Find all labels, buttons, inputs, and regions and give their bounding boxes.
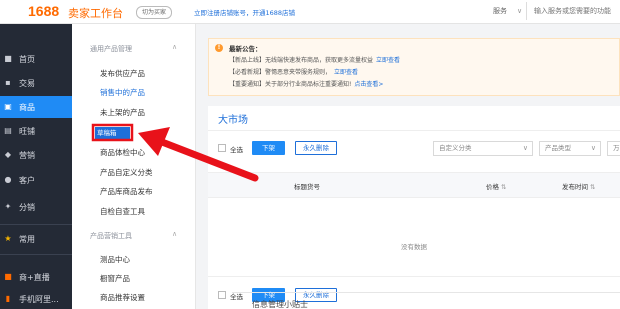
custom-category-label: 自定义分类 [439,144,472,152]
sidebar-item-live[interactable]: ■ 商+直播 [0,266,72,288]
table-header: 标题货号 价格 ⇅ 发布时间 ⇅ [208,172,620,198]
empty-state: 没有数据 [401,243,427,251]
sidebar-item-goods[interactable]: ▣ 商品 [0,96,72,118]
top-header: 1688 卖家工作台 切为买家 立即注册店铺账号，开通1688店铺 服务 ∨ [0,0,620,24]
submenu-item-drafts[interactable]: 草稿箱 [95,127,130,140]
sidebar-divider [0,254,72,255]
sidebar-item-shop[interactable]: ▤ 旺铺 [0,120,72,142]
product-type-select[interactable]: 产品类型 ∨ [539,141,601,156]
main-sidebar: ■ 首页 ▪ 交易 ▣ 商品 ▤ 旺铺 ◆ 营销 ● 客户 ✦ 分销 ★ 常用 … [0,24,72,309]
warning-icon: ! [215,44,223,52]
distribution-icon: ✦ [4,202,12,211]
service-select-label: 服务 [493,7,507,15]
announcement-box: ! 最新公告： 【新品上线】无线端快速发布商品，获取更多流量权益 立即查看 【必看… [208,38,620,96]
sort-icon[interactable]: ⇅ [590,183,595,191]
announcement-text: 【重要通知】关于部分行业商品标注重要通知! [229,81,352,88]
announcement-link[interactable]: 立即查看 [376,57,400,64]
sidebar-item-label: 交易 [19,78,35,88]
sidebar-item-label: 分销 [19,202,35,212]
submenu-item-showcase[interactable]: 橱窗产品 [100,273,130,284]
submenu-item-on-sale[interactable]: 销售中的产品 [100,87,145,98]
goods-icon: ▣ [4,102,12,111]
column-time-label: 发布时间 [562,183,588,191]
custom-category-select[interactable]: 自定义分类 ∨ [433,141,533,156]
star-icon: ★ [4,234,12,243]
permanent-delete-button[interactable]: 永久删除 [295,141,337,155]
sidebar-item-label: 常用 [19,234,35,244]
sidebar-item-label: 商+直播 [19,272,50,282]
chevron-up-icon[interactable]: ∧ [172,230,177,238]
select-all-checkbox-bottom[interactable] [218,291,226,299]
submenu-group-general[interactable]: 通用产品管理 [90,44,132,54]
column-price-label: 价格 [486,183,499,191]
shop-icon: ▤ [4,126,12,135]
column-title: 标题货号 [294,183,320,191]
market-panel: 大市场 全选 下架 永久删除 自定义分类 ∨ 产品类型 ∨ 万 标题货号 价格 ⇅ 发… [208,106,620,309]
divider [208,276,620,277]
tips-title: 信息管理小贴士 [252,300,308,309]
extra-select[interactable]: 万 [607,141,620,156]
submenu-item-self-check[interactable]: 自检自查工具 [100,206,145,217]
sidebar-divider [0,224,72,225]
search-input[interactable] [534,3,620,19]
submenu-item-checkup[interactable]: 商品体检中心 [100,147,145,158]
announcement-text: 【新品上线】无线端快速发布商品，获取更多流量权益 [229,57,374,64]
workbench-title: 卖家工作台 [68,7,123,20]
sidebar-item-marketing[interactable]: ◆ 营销 [0,144,72,166]
marketing-icon: ◆ [4,150,12,159]
main-content: ! 最新公告： 【新品上线】无线端快速发布商品，获取更多流量权益 立即查看 【必看… [196,24,620,309]
sidebar-item-label: 营销 [19,150,35,160]
select-all-label: 全选 [230,146,243,154]
sidebar-item-home[interactable]: ■ 首页 [0,48,72,70]
submenu-item-publish[interactable]: 发布供应产品 [100,68,145,79]
announcement-link[interactable]: 点击查看> [354,81,383,88]
sidebar-item-label: 商品 [19,102,35,112]
sidebar-item-customer[interactable]: ● 客户 [0,169,72,191]
delist-button[interactable]: 下架 [252,141,285,155]
submenu-item-recommend[interactable]: 商品推荐设置 [100,292,145,303]
chevron-down-icon: ∨ [522,144,528,152]
submenu-item-unlisted[interactable]: 未上架的产品 [100,107,145,118]
submenu-item-test-center[interactable]: 测品中心 [100,254,130,265]
chevron-down-icon: ∨ [517,7,523,15]
extra-select-label: 万 [613,144,620,152]
home-icon: ■ [4,54,12,63]
sidebar-item-label: 首页 [19,54,35,64]
column-publish-time[interactable]: 发布时间 ⇅ [562,181,595,191]
sidebar-item-common[interactable]: ★ 常用 [0,228,72,250]
live-icon: ■ [4,272,12,281]
sidebar-item-label: 客户 [19,175,35,185]
register-shop-link[interactable]: 立即注册店铺账号，开通1688店铺 [194,7,295,17]
sidebar-item-label: 旺铺 [19,126,35,136]
customer-icon: ● [4,175,12,184]
submenu-item-custom-category[interactable]: 产品自定义分类 [100,167,153,178]
sidebar-item-trade[interactable]: ▪ 交易 [0,72,72,94]
goods-submenu: 通用产品管理 ∧ 发布供应产品 销售中的产品 未上架的产品 草稿箱 商品体检中心… [72,24,196,309]
sort-icon[interactable]: ⇅ [501,183,506,191]
logo-1688[interactable]: 1688 [28,3,59,19]
service-select[interactable]: 服务 ∨ [483,2,527,20]
divider [208,130,620,131]
submenu-item-library-publish[interactable]: 产品库商品发布 [100,186,153,197]
column-price[interactable]: 价格 ⇅ [486,181,506,191]
chevron-up-icon[interactable]: ∧ [172,43,177,51]
announcement-line: 【新品上线】无线端快速发布商品，获取更多流量权益 立即查看 [229,55,400,64]
phone-icon: ▮ [5,294,11,303]
market-title: 大市场 [218,115,248,126]
switch-to-buyer-button[interactable]: 切为买家 [136,6,173,19]
product-type-label: 产品类型 [545,144,571,152]
sidebar-item-mobile[interactable]: ▮ 手机阿里... [0,288,72,309]
announcement-line: 【重要通知】关于部分行业商品标注重要通知! 点击查看> [229,79,383,88]
announcement-link[interactable]: 立即查看 [334,69,358,76]
announcement-line: 【必看新规】警惕恶意夹带服务规则， 立即查看 [229,67,358,76]
select-all-checkbox[interactable] [218,144,226,152]
sidebar-item-label: 手机阿里... [19,294,59,304]
tips-box: 信息管理小贴士 [232,292,620,309]
trade-icon: ▪ [5,78,11,87]
announcement-text: 【必看新规】警惕恶意夹带服务规则， [229,69,332,76]
announcement-title: 最新公告： [229,45,262,53]
chevron-down-icon: ∨ [590,144,596,152]
submenu-group-marketing[interactable]: 产品营销工具 [90,231,132,241]
sidebar-item-distribution[interactable]: ✦ 分销 [0,196,72,218]
